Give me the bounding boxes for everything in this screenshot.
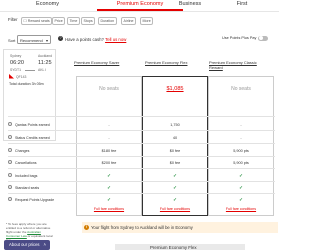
tab-economy[interactable]: Economy bbox=[0, 0, 95, 9]
row-divider bbox=[8, 116, 275, 117]
depart-terminal: T1 bbox=[17, 68, 21, 72]
check-icon: ✓ bbox=[107, 196, 111, 202]
points-cash-text: Have a points cash? bbox=[65, 37, 104, 42]
total-duration: Total duration 3h 05m bbox=[9, 82, 44, 86]
fare-price-flex-value[interactable]: $1,085 bbox=[166, 86, 183, 92]
cell-cancel-classic: 5,900 pts bbox=[233, 160, 249, 165]
arrive-code: AKL bbox=[38, 68, 45, 72]
cell-points-saver: - bbox=[108, 122, 110, 127]
fare-header-saver[interactable]: Premium Economy Saver bbox=[74, 60, 119, 65]
tabs-divider bbox=[0, 10, 279, 12]
cell-changes-flex: $0 fee bbox=[169, 148, 181, 153]
points-cash-prompt: Have a points cash? Tell us now bbox=[65, 37, 126, 42]
cell-points-flex: 1,750 bbox=[170, 122, 180, 127]
fare-header-classic-reward[interactable]: Premium Economy Classic Reward bbox=[209, 60, 269, 70]
filter-label: Filter bbox=[8, 17, 18, 22]
sort-selected-value: Recommend bbox=[20, 37, 43, 43]
row-divider bbox=[8, 168, 275, 169]
bag-icon bbox=[8, 173, 12, 177]
row-divider bbox=[8, 143, 275, 144]
status-credits-icon bbox=[8, 135, 12, 139]
check-icon: ✓ bbox=[239, 184, 243, 190]
full-conditions-link-saver[interactable]: Full fare conditions bbox=[76, 207, 142, 211]
chevron-up-icon: ˄ bbox=[43, 242, 46, 247]
filter-chip-reward-seats[interactable]: ☐ Reward seats bbox=[21, 17, 53, 25]
cell-changes-classic: 5,900 pts bbox=[233, 148, 249, 153]
sort-label: Sort bbox=[8, 38, 16, 43]
destination-city: Auckland bbox=[38, 54, 52, 58]
cell-cancel-saver: $200 fee bbox=[101, 160, 117, 165]
check-icon: ✓ bbox=[173, 196, 177, 202]
check-icon: ✓ bbox=[239, 196, 243, 202]
tab-first[interactable]: First bbox=[205, 0, 279, 9]
filter-chip-duration[interactable]: Duration bbox=[98, 17, 117, 25]
flight-card[interactable]: Sydney Auckland 06:20 11:25 SYD T1 AKL I… bbox=[3, 49, 56, 141]
row-divider bbox=[8, 156, 275, 157]
cell-points-classic: - bbox=[240, 122, 242, 127]
cancellations-icon bbox=[8, 160, 12, 164]
filter-chip-price[interactable]: Price bbox=[52, 17, 66, 25]
feature-label-upgrade: Request Points Upgrade bbox=[15, 197, 55, 202]
feature-label-points: Qantas Points earned bbox=[15, 122, 50, 127]
cell-status-saver: - bbox=[108, 135, 110, 140]
upgrade-icon bbox=[8, 197, 12, 201]
chevron-down-icon: ▾ bbox=[45, 37, 48, 43]
warning-icon: ! bbox=[84, 225, 89, 230]
check-icon: ✓ bbox=[173, 172, 177, 178]
cell-status-classic: - bbox=[240, 135, 242, 140]
filter-chip-more[interactable]: More bbox=[140, 17, 154, 25]
changes-icon bbox=[8, 148, 12, 152]
row-divider bbox=[8, 193, 275, 194]
cell-changes-saver: $180 fee bbox=[101, 148, 117, 153]
feature-label-changes: Changes bbox=[15, 148, 30, 153]
fare-price-saver: No seats bbox=[99, 86, 119, 92]
depart-time: 06:20 bbox=[10, 60, 24, 66]
chip-label: Reward seats bbox=[27, 19, 50, 23]
flight-number: QF143 bbox=[16, 74, 27, 79]
fare-price-flex[interactable]: $1,085 bbox=[143, 77, 207, 102]
tell-us-link[interactable]: Tell us now bbox=[105, 37, 126, 42]
depart-code: SYD bbox=[10, 68, 17, 72]
sort-select[interactable]: Recommend ▾ bbox=[17, 34, 51, 44]
fare-price-classic-reward: No seats bbox=[231, 86, 251, 92]
cabin-notice-text: Your flight from Sydney to Auckland will… bbox=[91, 225, 193, 230]
origin-city: Sydney bbox=[10, 54, 22, 58]
qantas-logo-icon bbox=[9, 74, 14, 79]
cell-cancel-flex: $0 fee bbox=[169, 160, 181, 165]
route-line bbox=[25, 70, 35, 71]
next-fare-label: Premium Economy Flex bbox=[150, 244, 197, 250]
arrive-time: 11:25 bbox=[38, 60, 52, 66]
row-divider bbox=[8, 181, 275, 182]
feature-label-cancellations: Cancellations bbox=[15, 160, 37, 165]
check-icon: ✓ bbox=[239, 172, 243, 178]
feature-label-seats: Standard seats bbox=[15, 185, 40, 190]
points-plus-pay-label: Use Points Plus Pay bbox=[222, 36, 257, 40]
arrive-terminal: I bbox=[45, 68, 46, 72]
filter-chip-airline[interactable]: Airline bbox=[121, 17, 136, 25]
cell-status-flex: 40 bbox=[172, 135, 178, 140]
question-icon: ? bbox=[58, 36, 63, 41]
full-conditions-link-classic[interactable]: Full fare conditions bbox=[208, 207, 274, 211]
filter-chip-stops[interactable]: Stops bbox=[81, 17, 96, 25]
about-prices-label: About our prices bbox=[9, 242, 40, 247]
seat-icon bbox=[8, 185, 12, 189]
points-icon bbox=[8, 122, 12, 126]
feature-label-bags: Included bags bbox=[15, 173, 38, 178]
check-icon: ✓ bbox=[107, 172, 111, 178]
points-plus-pay-toggle[interactable] bbox=[258, 35, 268, 41]
filter-chip-time[interactable]: Time bbox=[67, 17, 80, 25]
check-icon: ✓ bbox=[173, 184, 177, 190]
toggle-knob bbox=[258, 36, 263, 41]
feature-label-status-credits: Status Credits earned bbox=[15, 135, 50, 140]
about-prices-button[interactable]: About our prices ˄ bbox=[4, 240, 50, 250]
check-icon: ✓ bbox=[107, 184, 111, 190]
row-divider bbox=[8, 130, 275, 131]
fare-header-flex[interactable]: Premium Economy Flex bbox=[145, 60, 187, 65]
full-conditions-link-flex[interactable]: Full fare conditions bbox=[142, 207, 208, 211]
